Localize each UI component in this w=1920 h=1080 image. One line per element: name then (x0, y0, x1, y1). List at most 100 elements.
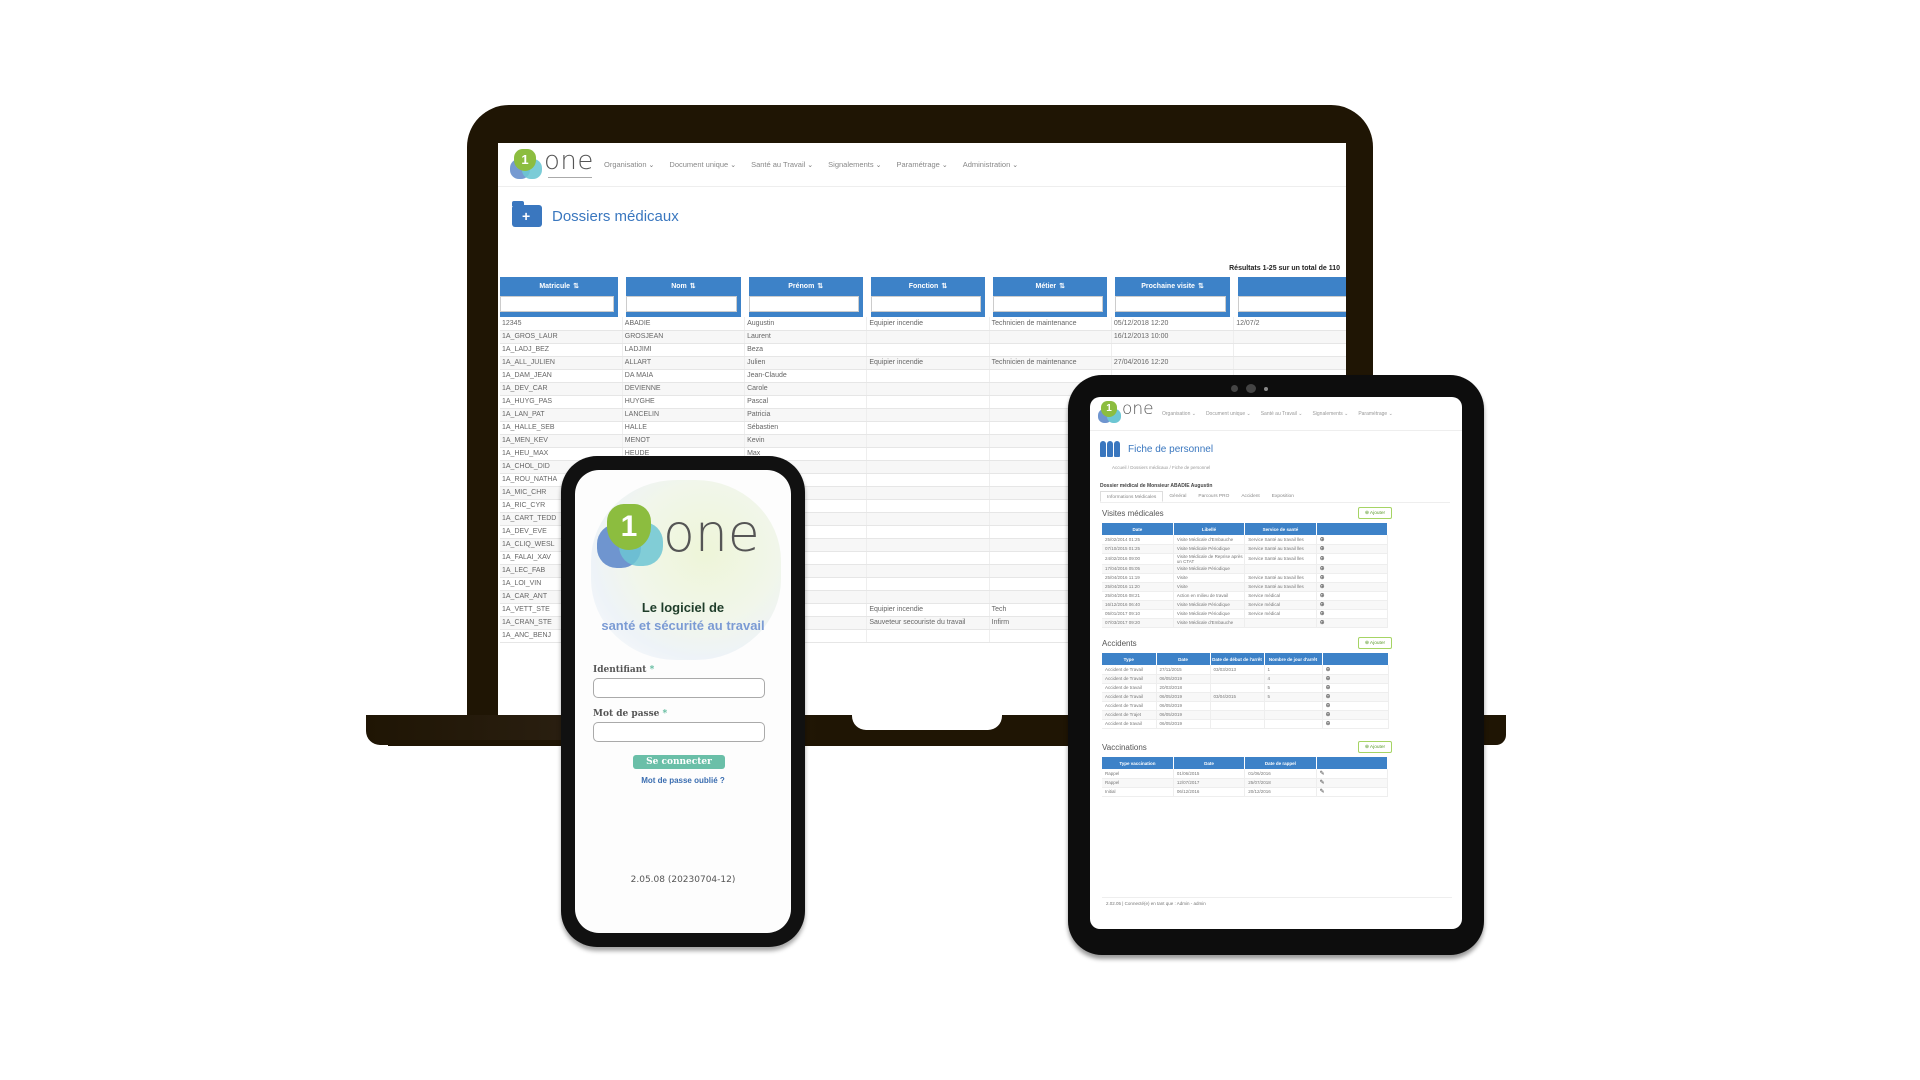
one-logo[interactable]: 1 one (508, 145, 598, 185)
laptop-trackpad-notch (852, 715, 1002, 730)
main-nav: Organisation ⌄ Document unique ⌄ Santé au … (604, 160, 1018, 169)
nav-parametrage[interactable]: Paramétrage ⌄ (896, 160, 947, 169)
view-icon[interactable]: ⊕ (1322, 674, 1389, 684)
tab-parcours-pro[interactable]: Parcours PRO (1192, 491, 1235, 502)
tagline-line2: santé et sécurité au travail (601, 618, 765, 633)
table-cell: 16/12/2016 06:40 (1102, 600, 1174, 610)
view-icon[interactable]: ⊕ (1316, 600, 1389, 610)
view-icon[interactable]: ⊕ (1322, 710, 1389, 720)
column-header[interactable] (1233, 277, 1346, 293)
username-input[interactable] (593, 678, 765, 698)
nav-organisation[interactable]: Organisation ⌄ (1162, 411, 1196, 417)
table-row: Accident de Travail 06/05/2019 ⊕ (1102, 701, 1389, 711)
view-icon[interactable]: ⊕ (1322, 683, 1389, 693)
table-row: 24/02/2016 09:00 Visite Médicale de Repri… (1102, 553, 1389, 565)
nav-document-unique[interactable]: Document unique ⌄ (669, 160, 736, 169)
table-cell (1210, 710, 1265, 720)
login-button[interactable]: Se connecter (633, 755, 725, 769)
column-filter-input[interactable] (870, 295, 982, 312)
table-cell (1264, 701, 1323, 711)
view-icon[interactable]: ⊕ (1316, 609, 1389, 619)
table-row[interactable]: 1A_LADJ_BEZ LADJIMI Beza (500, 343, 1346, 357)
view-icon[interactable]: ⊕ (1322, 719, 1389, 729)
one-logo[interactable]: 1 one (1098, 399, 1158, 429)
tablet-light (1264, 387, 1268, 391)
view-icon[interactable]: ⊕ (1316, 544, 1389, 554)
view-icon[interactable]: ⊕ (1322, 665, 1389, 675)
column-filter-input[interactable] (748, 295, 859, 312)
password-input[interactable] (593, 722, 765, 742)
table-cell: 17/04/2016 05:05 (1102, 564, 1174, 574)
nav-organisation[interactable]: Organisation ⌄ (604, 160, 654, 169)
column-header[interactable]: Prénom ⇅ (744, 277, 871, 293)
view-icon[interactable]: ⊕ (1316, 582, 1389, 592)
page-title: Dossiers médicaux (552, 207, 679, 225)
table-cell: 12/07/2017 (1173, 778, 1246, 788)
table-cell (866, 512, 990, 526)
breadcrumb[interactable]: Accueil / Dossiers médicaux / Fiche de p… (1112, 465, 1210, 470)
table-cell: Visite Médicale Périodique (1173, 600, 1246, 610)
app-version: 2.05.08 (20230704-12) (630, 875, 736, 885)
view-icon[interactable]: ⊕ (1322, 701, 1389, 711)
column-header[interactable]: Fonction ⇅ (866, 277, 994, 293)
tab-general[interactable]: Général (1163, 491, 1192, 502)
view-icon[interactable]: ⊕ (1322, 692, 1389, 702)
add-vaccination-button[interactable]: ⊕ Ajouter (1358, 741, 1392, 753)
edit-icon[interactable]: ✎ (1316, 769, 1389, 779)
view-icon[interactable]: ⊕ (1316, 618, 1389, 628)
column-header[interactable]: Prochaine visite ⇅ (1111, 277, 1238, 293)
column-header[interactable]: Métier ⇅ (989, 277, 1116, 293)
column-filter-input[interactable] (626, 295, 737, 312)
sort-icon[interactable]: ⇅ (690, 283, 696, 290)
sort-icon[interactable]: ⇅ (1198, 283, 1204, 290)
table-cell (866, 369, 990, 383)
edit-icon[interactable]: ✎ (1316, 778, 1389, 788)
table-row[interactable]: 1A_GROS_LAUR GROSJEAN Laurent 16/12/2013 10… (500, 330, 1346, 344)
accidents-table: Type Date Date de début de l'arrêt Nombre d… (1102, 653, 1389, 729)
results-count: Résultats 1-25 sur un total de 110 (1229, 265, 1340, 272)
nav-sante-au-travail[interactable]: Santé au Travail ⌄ (751, 160, 813, 169)
add-visite-button[interactable]: ⊕ Ajouter (1358, 507, 1392, 519)
column-filter-input[interactable] (500, 295, 615, 312)
nav-parametrage[interactable]: Paramétrage ⌄ (1358, 411, 1392, 417)
table-cell: 06/05/2019 (1156, 701, 1211, 711)
table-cell: Equipier incendie (866, 603, 990, 617)
column-header: Type (1102, 653, 1157, 665)
column-label: Métier (1035, 283, 1057, 290)
table-cell: LADJIMI (622, 343, 746, 357)
table-cell: Visite (1173, 573, 1246, 583)
table-cell: 1A_DAM_JEAN (500, 369, 623, 383)
add-accident-button[interactable]: ⊕ Ajouter (1358, 637, 1392, 649)
nav-document-unique[interactable]: Document unique ⌄ (1206, 411, 1251, 417)
tab-exposition[interactable]: Exposition (1266, 491, 1300, 502)
view-icon[interactable]: ⊕ (1316, 573, 1389, 583)
table-row: 05/01/2017 09:10 Visite Médicale Périodiq… (1102, 609, 1389, 619)
nav-administration[interactable]: Administration ⌄ (963, 160, 1018, 169)
column-filter-input[interactable] (993, 295, 1104, 312)
view-icon[interactable]: ⊕ (1316, 553, 1389, 565)
view-icon[interactable]: ⊕ (1316, 535, 1389, 545)
nav-sante-au-travail[interactable]: Santé au Travail ⌄ (1261, 411, 1303, 417)
nav-signalements[interactable]: Signalements ⌄ (1312, 411, 1348, 417)
column-header[interactable]: Nom ⇅ (622, 277, 749, 293)
table-row[interactable]: 12345 ABADIE Augustin Equipier incendie Tech… (500, 317, 1346, 331)
forgot-password-link[interactable]: Mot de passe oublié ? (575, 776, 791, 785)
table-row[interactable]: 1A_ALL_JULIEN ALLART Julien Equipier incend… (500, 356, 1346, 370)
table-cell: 5 (1264, 683, 1323, 693)
tab-accident[interactable]: Accident (1235, 491, 1265, 502)
sort-icon[interactable]: ⇅ (817, 283, 823, 290)
sort-icon[interactable]: ⇅ (1059, 283, 1065, 290)
view-icon[interactable]: ⊕ (1316, 564, 1389, 574)
nav-signalements[interactable]: Signalements ⌄ (828, 160, 881, 169)
column-filter-input[interactable] (1237, 295, 1346, 312)
column-header[interactable]: Matricule ⇅ (500, 277, 627, 293)
table-cell: 20/12/2016 (1244, 787, 1317, 797)
column-filter-input[interactable] (1115, 295, 1226, 312)
sort-icon[interactable]: ⇅ (573, 283, 579, 290)
table-cell (1233, 343, 1346, 357)
table-row: 16/12/2016 06:40 Visite Médicale Périodiq… (1102, 600, 1389, 610)
tab-informations-medicales[interactable]: Informations Médicales (1100, 491, 1164, 502)
sort-icon[interactable]: ⇅ (941, 283, 947, 290)
edit-icon[interactable]: ✎ (1316, 787, 1389, 797)
view-icon[interactable]: ⊕ (1316, 591, 1389, 601)
